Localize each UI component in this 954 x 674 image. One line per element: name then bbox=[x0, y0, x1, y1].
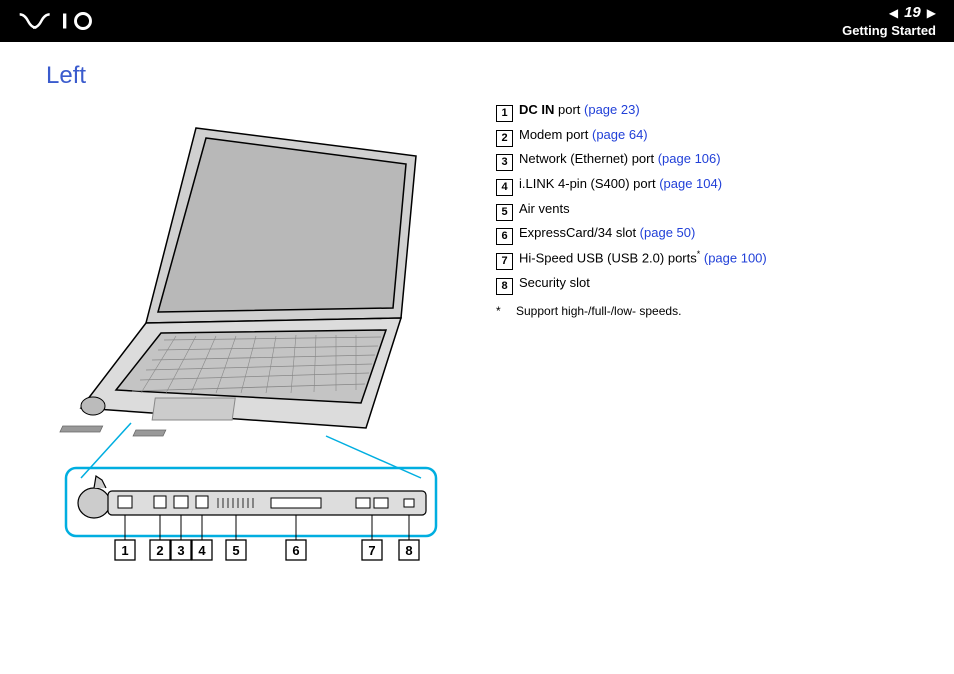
section-label: Getting Started bbox=[842, 23, 936, 38]
legend-item-6: 6 ExpressCard/34 slot (page 50) bbox=[496, 221, 767, 246]
legend-text: Modem port (page 64) bbox=[519, 123, 648, 148]
left-column: Left bbox=[46, 62, 496, 573]
page-nav: ◀ 19 ▶ bbox=[842, 4, 936, 21]
page-link[interactable]: (page 50) bbox=[640, 225, 696, 240]
legend-num: 7 bbox=[496, 253, 513, 270]
legend-num: 6 bbox=[496, 228, 513, 245]
callout-6: 6 bbox=[286, 540, 306, 560]
callout-7: 7 bbox=[362, 540, 382, 560]
legend-num: 4 bbox=[496, 179, 513, 196]
legend-text: Security slot bbox=[519, 271, 590, 296]
legend-text: ExpressCard/34 slot (page 50) bbox=[519, 221, 695, 246]
page-title: Left bbox=[46, 62, 496, 90]
legend-item-4: 4 i.LINK 4-pin (S400) port (page 104) bbox=[496, 172, 767, 197]
laptop-diagram: 1 2 3 4 5 6 7 8 bbox=[46, 108, 446, 573]
legend-text: Network (Ethernet) port (page 106) bbox=[519, 147, 721, 172]
callout-4: 4 bbox=[192, 540, 212, 560]
svg-text:3: 3 bbox=[177, 543, 184, 558]
page-link[interactable]: (page 106) bbox=[658, 151, 721, 166]
svg-text:6: 6 bbox=[292, 543, 299, 558]
legend-item-3: 3 Network (Ethernet) port (page 106) bbox=[496, 147, 767, 172]
svg-text:8: 8 bbox=[405, 543, 412, 558]
legend-item-7: 7 Hi-Speed USB (USB 2.0) ports* (page 10… bbox=[496, 246, 767, 271]
legend-item-8: 8 Security slot bbox=[496, 271, 767, 296]
legend-text: i.LINK 4-pin (S400) port (page 104) bbox=[519, 172, 722, 197]
page-content: Left bbox=[0, 42, 954, 573]
svg-text:2: 2 bbox=[156, 543, 163, 558]
next-page-arrow[interactable]: ▶ bbox=[927, 6, 936, 20]
legend-num: 1 bbox=[496, 105, 513, 122]
callout-8: 8 bbox=[399, 540, 419, 560]
legend-text: Hi-Speed USB (USB 2.0) ports* (page 100) bbox=[519, 246, 767, 271]
page-link[interactable]: (page 23) bbox=[584, 102, 640, 117]
vaio-logo bbox=[18, 11, 118, 31]
legend-text: DC IN port (page 23) bbox=[519, 98, 640, 123]
callout-1: 1 bbox=[115, 540, 135, 560]
svg-text:5: 5 bbox=[232, 543, 239, 558]
page-link[interactable]: (page 100) bbox=[700, 250, 767, 265]
legend-num: 5 bbox=[496, 204, 513, 221]
footnote: *Support high-/full-/low- speeds. bbox=[496, 300, 767, 323]
page-number: 19 bbox=[904, 4, 921, 21]
legend-num: 2 bbox=[496, 130, 513, 147]
legend-item-1: 1 DC IN port (page 23) bbox=[496, 98, 767, 123]
callout-3: 3 bbox=[171, 540, 191, 560]
prev-page-arrow[interactable]: ◀ bbox=[889, 6, 898, 20]
page-link[interactable]: (page 104) bbox=[659, 176, 722, 191]
header-right: ◀ 19 ▶ Getting Started bbox=[842, 4, 936, 38]
svg-text:4: 4 bbox=[198, 543, 206, 558]
legend-list: 1 DC IN port (page 23) 2 Modem port (pag… bbox=[496, 62, 767, 573]
callout-2: 2 bbox=[150, 540, 170, 560]
legend-num: 3 bbox=[496, 154, 513, 171]
svg-text:1: 1 bbox=[121, 543, 128, 558]
header-bar: ◀ 19 ▶ Getting Started bbox=[0, 0, 954, 42]
svg-text:7: 7 bbox=[368, 543, 375, 558]
legend-text: Air vents bbox=[519, 197, 570, 222]
callout-5: 5 bbox=[226, 540, 246, 560]
legend-item-2: 2 Modem port (page 64) bbox=[496, 123, 767, 148]
legend-item-5: 5 Air vents bbox=[496, 197, 767, 222]
legend-num: 8 bbox=[496, 278, 513, 295]
page-link[interactable]: (page 64) bbox=[592, 127, 648, 142]
